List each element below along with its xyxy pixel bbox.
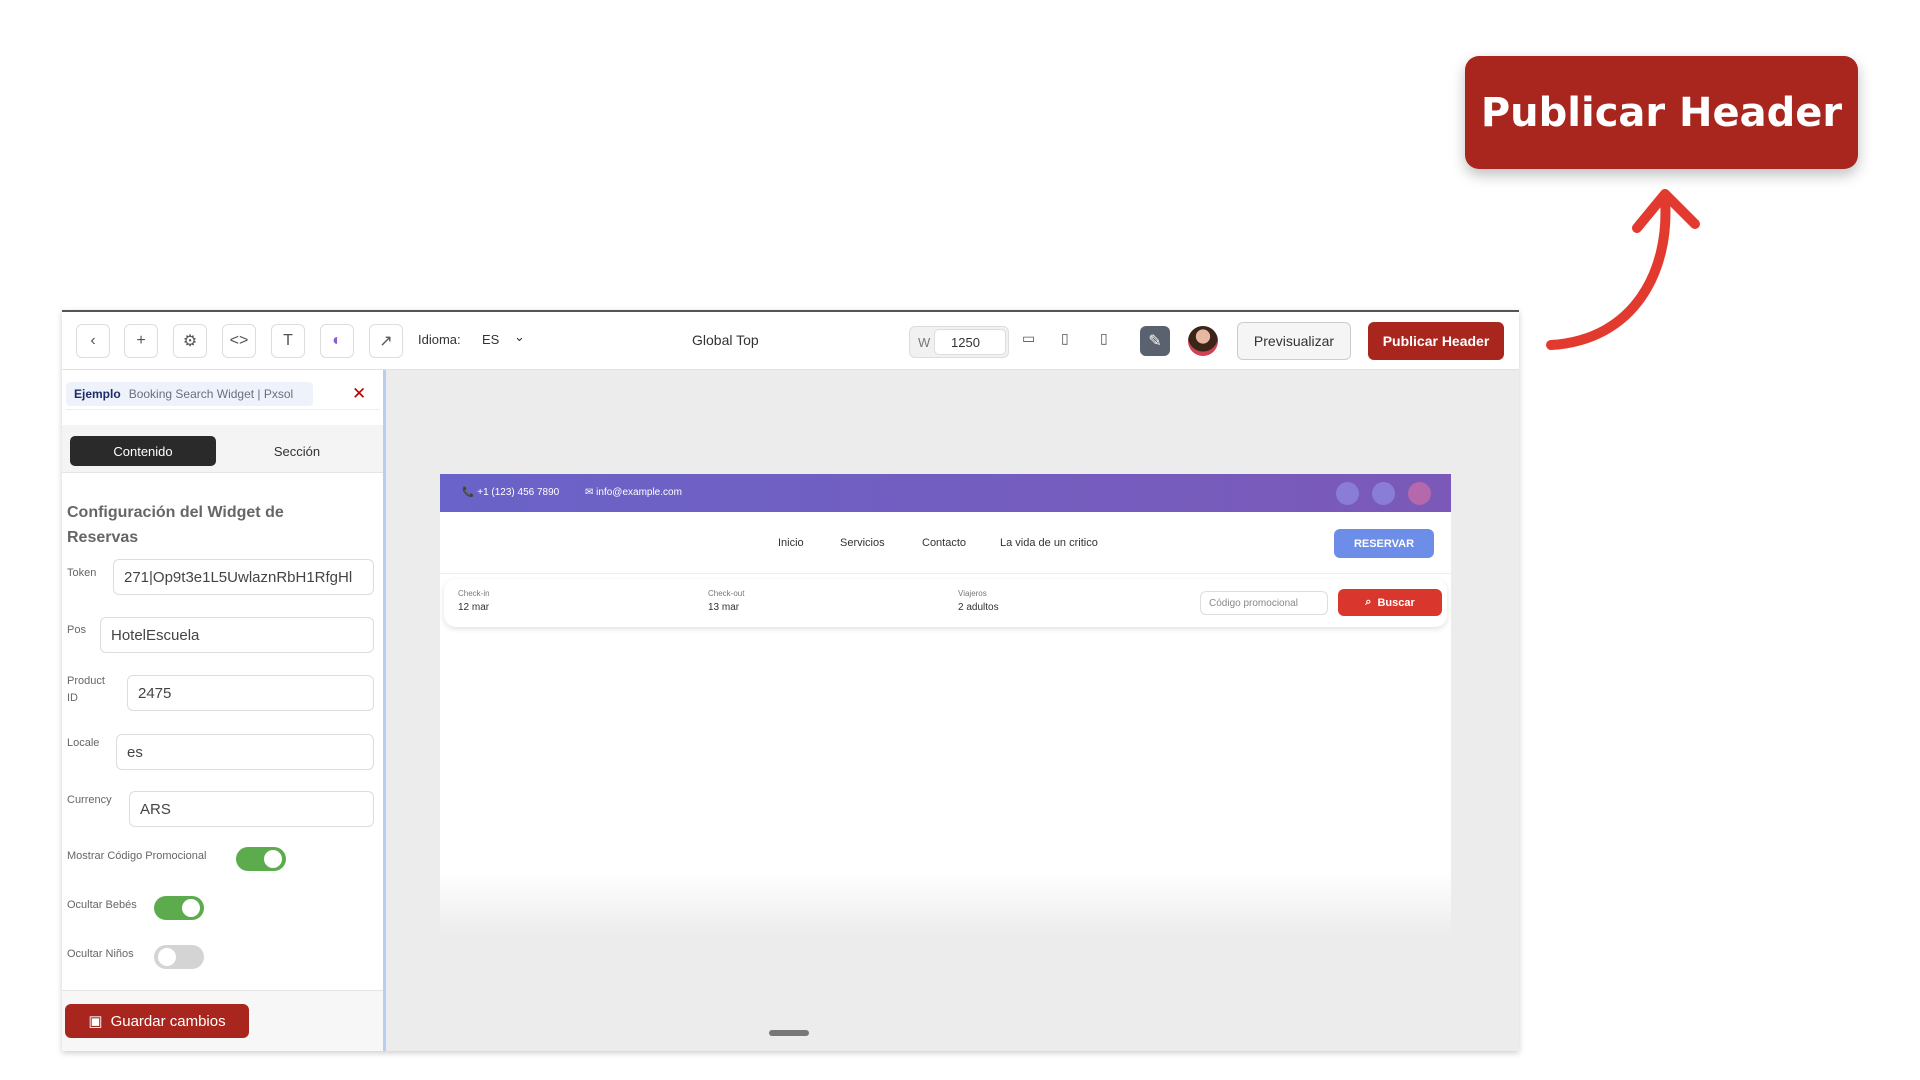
external-link-icon[interactable]: ↗ [369, 324, 403, 358]
preview-button[interactable]: Previsualizar [1237, 322, 1351, 360]
section-title: Configuración del Widget de Reservas [67, 504, 284, 546]
facebook-icon[interactable] [1336, 482, 1359, 505]
currency-input[interactable]: ARS [129, 791, 374, 827]
publish-header-button[interactable]: Publicar Header [1368, 322, 1504, 360]
locale-label: Locale [67, 737, 100, 749]
locale-input[interactable]: es [116, 734, 374, 770]
nav-item-servicios[interactable]: Servicios [840, 537, 885, 549]
settings-sidebar: Ejemplo Booking Search Widget | Pxsol ✕ C… [62, 370, 386, 1051]
instagram-icon[interactable] [1408, 482, 1431, 505]
email-text: ✉ info@example.com [585, 487, 682, 498]
viajeros-field[interactable]: Viajeros 2 adultos [958, 589, 999, 613]
idioma-select[interactable]: ES [482, 332, 499, 347]
promo-toggle[interactable] [236, 847, 286, 871]
plus-icon[interactable]: + [124, 324, 158, 358]
nav-item-inicio[interactable]: Inicio [778, 537, 804, 549]
sidebar-header: Ejemplo Booking Search Widget | Pxsol ✕ [66, 380, 380, 410]
arrow-icon [1546, 189, 1700, 350]
page-title: Global Top [692, 332, 759, 348]
chevron-left-icon[interactable]: ‹ [76, 324, 110, 358]
sidebar-tabs: Contenido Sección [62, 425, 383, 473]
preview-fade [440, 872, 1451, 936]
width-label: W [918, 335, 931, 350]
save-button[interactable]: ▣ Guardar cambios [65, 1004, 249, 1038]
header-preview: 📞 +1 (123) 456 7890 ✉ info@example.com I… [440, 474, 1451, 936]
widget-tag: Ejemplo Booking Search Widget | Pxsol [66, 382, 313, 406]
search-icon: ⌕ [1365, 596, 1372, 608]
buscar-label: Buscar [1377, 596, 1415, 609]
tab-contenido[interactable]: Contenido [70, 436, 216, 466]
booking-search-bar: Check-in 12 mar Check-out 13 mar Viajero… [444, 579, 1447, 627]
widget-tag-text: Booking Search Widget | Pxsol [128, 387, 294, 401]
twitter-icon[interactable] [1372, 482, 1395, 505]
close-icon[interactable]: ✕ [352, 384, 366, 404]
bebes-toggle-label: Ocultar Bebés [67, 899, 137, 911]
code-icon[interactable]: <> [222, 324, 256, 358]
avatar[interactable] [1188, 326, 1218, 356]
save-icon: ▣ [88, 1013, 103, 1030]
pos-input[interactable]: HotelEscuela [100, 617, 374, 653]
pos-label: Pos [67, 624, 86, 636]
gear-icon[interactable]: ⚙ [173, 324, 207, 358]
bebes-toggle[interactable] [154, 896, 204, 920]
idioma-label: Idioma: [418, 332, 461, 347]
preview-nav: Inicio Servicios Contacto La vida de un … [440, 512, 1451, 574]
palette-icon[interactable]: ◐ [320, 324, 354, 358]
desktop-icon[interactable]: ▭ [1022, 330, 1042, 352]
currency-label: Currency [67, 794, 112, 806]
toolbar: ‹ + ⚙ <> T ◐ ↗ Idioma: ES ⌄ Global Top W… [62, 312, 1519, 370]
save-button-label: Guardar cambios [110, 1012, 226, 1030]
tab-seccion[interactable]: Sección [242, 436, 352, 466]
nav-item-critico[interactable]: La vida de un critico [1000, 537, 1098, 549]
ninos-toggle-label: Ocultar Niños [67, 948, 134, 960]
chevron-down-icon[interactable]: ⌄ [514, 329, 525, 345]
widget-tag-bold: Ejemplo [74, 387, 121, 401]
promo-code-input[interactable]: Código promocional [1200, 591, 1328, 615]
publish-header-callout: Publicar Header [1465, 56, 1858, 169]
resize-handle[interactable] [769, 1030, 809, 1036]
product-id-input[interactable]: 2475 [127, 675, 374, 711]
reservar-button[interactable]: RESERVAR [1334, 529, 1434, 558]
checkin-field[interactable]: Check-in 12 mar [458, 589, 490, 613]
preview-topbar: 📞 +1 (123) 456 7890 ✉ info@example.com [440, 474, 1451, 512]
text-icon[interactable]: T [271, 324, 305, 358]
token-label: Token [67, 567, 97, 579]
width-input[interactable]: 1250 [934, 329, 1006, 355]
sidebar-footer: ▣ Guardar cambios [62, 990, 383, 1051]
mobile-icon[interactable]: ▯ [1100, 330, 1120, 352]
tablet-icon[interactable]: ▯ [1061, 330, 1081, 352]
buscar-button[interactable]: ⌕ Buscar [1338, 589, 1442, 616]
editor-window: ‹ + ⚙ <> T ◐ ↗ Idioma: ES ⌄ Global Top W… [62, 310, 1519, 1051]
product-id-label: Product ID [67, 675, 105, 704]
nav-item-contacto[interactable]: Contacto [922, 537, 966, 549]
edit-icon[interactable]: ✎ [1140, 326, 1170, 356]
width-control: W 1250 [909, 326, 1009, 358]
ninos-toggle[interactable] [154, 945, 204, 969]
checkout-field[interactable]: Check-out 13 mar [708, 589, 744, 613]
phone-text: 📞 +1 (123) 456 7890 [462, 487, 560, 498]
promo-toggle-label: Mostrar Código Promocional [67, 850, 207, 862]
token-input[interactable]: 271|Op9t3e1L5UwlaznRbH1RfgHl [113, 559, 374, 595]
